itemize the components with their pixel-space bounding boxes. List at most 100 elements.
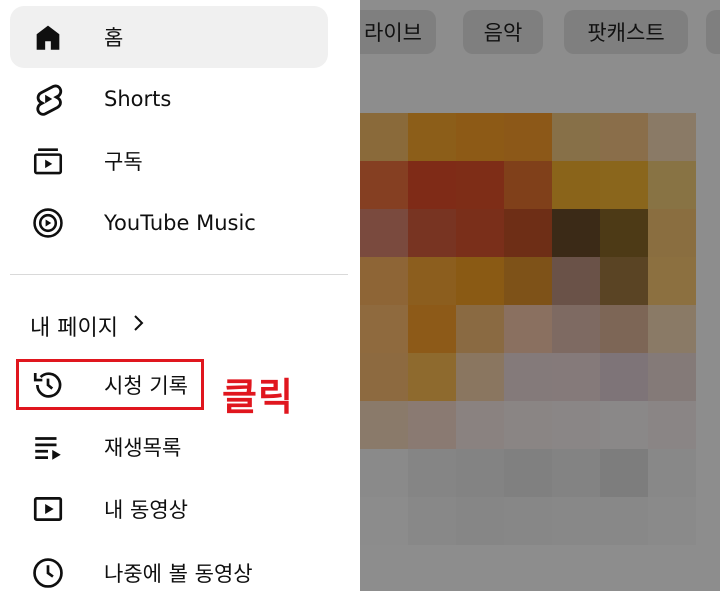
nav-label-youtube-music: YouTube Music	[104, 211, 256, 235]
watch-later-icon	[30, 555, 66, 591]
nav-item-watch-later[interactable]: 나중에 볼 동영상	[10, 542, 328, 604]
thumbnail-pixel	[552, 209, 600, 257]
thumbnail-pixel	[408, 497, 456, 545]
nav-label-playlists: 재생목록	[104, 436, 182, 460]
nav-item-home[interactable]: 홈	[10, 6, 328, 68]
thumbnail-pixel	[360, 209, 408, 257]
shorts-icon	[30, 81, 66, 117]
thumbnail-pixel	[504, 257, 552, 305]
dimmed-content-area: 라이브 음악 팟캐스트	[360, 0, 720, 591]
thumbnail-pixel	[408, 257, 456, 305]
thumbnail-pixel	[456, 401, 504, 449]
thumbnail-pixel	[504, 497, 552, 545]
thumbnail-pixel	[360, 113, 408, 161]
thumbnail-pixel	[552, 353, 600, 401]
thumbnail-pixel	[648, 305, 696, 353]
thumbnail-pixel	[456, 305, 504, 353]
nav-item-youtube-music[interactable]: YouTube Music	[10, 192, 328, 254]
chip-music-label: 음악	[483, 21, 523, 45]
thumbnail-pixel	[648, 401, 696, 449]
section-header-label: 내 페이지	[30, 316, 118, 341]
thumbnail-pixel	[552, 161, 600, 209]
chip-live[interactable]: 라이브	[360, 10, 436, 54]
nav-label-watch-later: 나중에 볼 동영상	[104, 562, 253, 586]
thumbnail-pixel	[408, 401, 456, 449]
nav-item-subscriptions[interactable]: 구독	[10, 130, 328, 192]
thumbnail-pixel	[600, 209, 648, 257]
thumbnail-pixel	[360, 449, 408, 497]
thumbnail-pixel	[552, 305, 600, 353]
thumbnail-pixel	[360, 161, 408, 209]
thumbnail-pixel	[408, 113, 456, 161]
thumbnail-pixel	[504, 401, 552, 449]
thumbnail-pixel	[552, 401, 600, 449]
playlist-icon	[30, 429, 66, 465]
thumbnail-pixel	[552, 257, 600, 305]
thumbnail-pixel	[456, 113, 504, 161]
thumbnail-pixel	[504, 113, 552, 161]
thumbnail-pixel	[408, 305, 456, 353]
click-annotation: 클릭	[222, 375, 294, 419]
nav-label-your-videos: 내 동영상	[104, 498, 188, 522]
chevron-right-icon	[132, 313, 146, 339]
thumbnail-pixel	[408, 449, 456, 497]
thumbnail-pixel	[648, 161, 696, 209]
thumbnail-pixel	[456, 161, 504, 209]
thumbnail-pixel	[408, 161, 456, 209]
nav-item-your-videos[interactable]: 내 동영상	[10, 478, 328, 540]
pixelated-video-thumbnail[interactable]	[360, 113, 696, 545]
thumbnail-pixel	[552, 113, 600, 161]
thumbnail-pixel	[600, 401, 648, 449]
thumbnail-pixel	[600, 497, 648, 545]
thumbnail-pixel	[360, 257, 408, 305]
thumbnail-pixel	[360, 353, 408, 401]
thumbnail-pixel	[456, 353, 504, 401]
thumbnail-pixel	[600, 161, 648, 209]
thumbnail-pixel	[360, 497, 408, 545]
thumbnail-pixel	[456, 497, 504, 545]
thumbnail-pixel	[408, 353, 456, 401]
thumbnail-pixel	[600, 449, 648, 497]
your-videos-icon	[30, 491, 66, 527]
home-icon	[30, 19, 66, 55]
thumbnail-pixel	[648, 497, 696, 545]
chip-podcast[interactable]: 팟캐스트	[564, 10, 688, 54]
thumbnail-pixel	[456, 209, 504, 257]
thumbnail-pixel	[648, 209, 696, 257]
chip-podcast-label: 팟캐스트	[587, 21, 665, 45]
chip-more[interactable]	[706, 10, 720, 54]
nav-item-playlists[interactable]: 재생목록	[10, 416, 328, 478]
thumbnail-pixel	[504, 353, 552, 401]
thumbnail-pixel	[648, 113, 696, 161]
thumbnail-pixel	[360, 305, 408, 353]
thumbnail-pixel	[504, 305, 552, 353]
thumbnail-pixel	[600, 113, 648, 161]
nav-label-shorts: Shorts	[104, 87, 172, 111]
navigation-drawer: 홈 Shorts 구독 YouTube Music 내 페이지 시청 기록 재생…	[0, 0, 360, 591]
thumbnail-pixel	[648, 257, 696, 305]
thumbnail-pixel	[456, 257, 504, 305]
thumbnail-pixel	[600, 353, 648, 401]
thumbnail-pixel	[456, 449, 504, 497]
divider	[10, 274, 348, 275]
thumbnail-pixel	[648, 449, 696, 497]
thumbnail-pixel	[360, 401, 408, 449]
youtube-music-icon	[30, 205, 66, 241]
thumbnail-pixel	[408, 209, 456, 257]
history-highlight-box	[16, 359, 204, 410]
thumbnail-pixel	[504, 209, 552, 257]
my-page-link[interactable]: 내 페이지	[30, 306, 146, 346]
subscriptions-icon	[30, 143, 66, 179]
nav-label-subscriptions: 구독	[104, 150, 143, 174]
nav-label-home: 홈	[104, 26, 124, 50]
chip-music[interactable]: 음악	[463, 10, 543, 54]
thumbnail-pixel	[552, 497, 600, 545]
thumbnail-pixel	[504, 449, 552, 497]
thumbnail-pixel	[600, 257, 648, 305]
chip-live-label: 라이브	[364, 21, 422, 45]
thumbnail-pixel	[600, 305, 648, 353]
thumbnail-pixel	[552, 449, 600, 497]
nav-item-shorts[interactable]: Shorts	[10, 68, 328, 130]
thumbnail-pixel	[648, 353, 696, 401]
thumbnail-pixel	[504, 161, 552, 209]
